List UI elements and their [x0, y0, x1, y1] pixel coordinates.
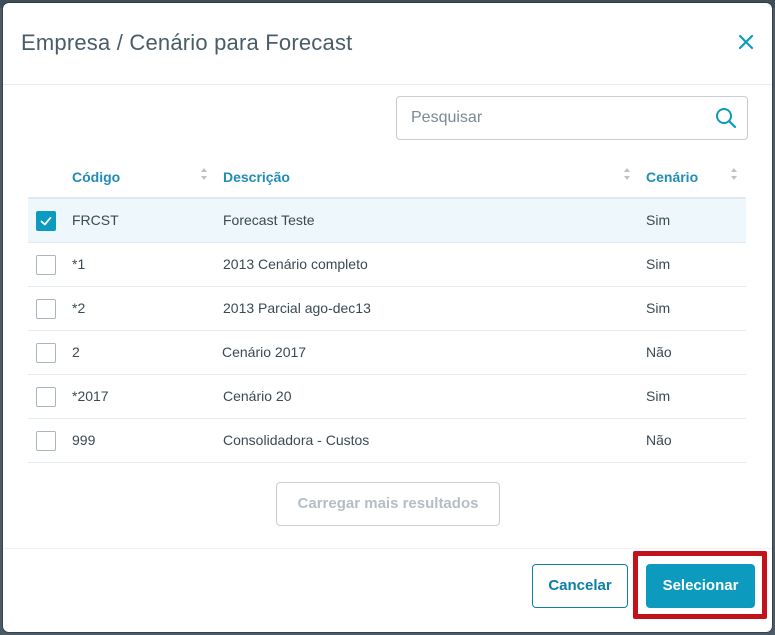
cancel-button[interactable]: Cancelar	[532, 564, 628, 608]
cell-cenario: Não	[646, 344, 672, 360]
cell-codigo: 999	[72, 432, 96, 448]
cell-codigo: *2	[72, 300, 86, 316]
table-row[interactable]: 2 Cenário 2017 Não	[28, 331, 746, 375]
cell-descricao: Consolidadora - Custos	[223, 432, 370, 448]
dialog-title: Empresa / Cenário para Forecast	[21, 30, 353, 55]
search-input[interactable]	[411, 97, 701, 139]
cell-cenario: Sim	[646, 212, 671, 228]
row-checkbox[interactable]	[36, 255, 56, 275]
footer-divider	[3, 548, 772, 549]
table-row[interactable]: FRCST Forecast Teste Sim	[28, 199, 746, 243]
cell-descricao: 2013 Parcial ago-dec13	[223, 300, 371, 316]
search-icon	[716, 108, 737, 129]
cell-codigo: *1	[72, 256, 86, 272]
row-checkbox[interactable]	[36, 299, 56, 319]
sort-icon[interactable]	[730, 167, 738, 181]
cell-descricao: Cenário 20	[223, 388, 292, 404]
row-checkbox[interactable]	[36, 211, 56, 231]
sort-icon[interactable]	[200, 167, 208, 181]
dialog-header: Empresa / Cenário para Forecast	[3, 3, 772, 85]
check-icon	[40, 216, 52, 226]
search-field[interactable]	[396, 96, 748, 140]
cell-descricao: Cenário 2017	[222, 344, 307, 360]
cell-codigo: 2	[72, 344, 80, 360]
table-row[interactable]: *1 2013 Cenário completo Sim	[28, 243, 746, 287]
cell-descricao: Forecast Teste	[223, 212, 315, 228]
select-button[interactable]: Selecionar	[646, 564, 755, 608]
row-checkbox[interactable]	[36, 431, 56, 451]
cell-codigo: *2017	[72, 388, 109, 404]
cell-codigo: FRCST	[72, 212, 119, 228]
cell-cenario: Sim	[646, 300, 671, 316]
cell-descricao: 2013 Cenário completo	[223, 256, 368, 272]
column-header-cenario[interactable]: Cenário	[646, 169, 698, 185]
load-more-button[interactable]: Carregar mais resultados	[276, 482, 500, 526]
table-row[interactable]: *2017 Cenário 20 Sim	[28, 375, 746, 419]
cell-cenario: Sim	[646, 256, 671, 272]
row-checkbox[interactable]	[36, 343, 56, 363]
cell-cenario: Sim	[646, 388, 671, 404]
table-header: Código Descrição Cenário	[28, 155, 746, 199]
cell-cenario: Não	[646, 432, 672, 448]
row-checkbox[interactable]	[36, 387, 56, 407]
close-icon	[738, 34, 754, 50]
table-row[interactable]: *2 2013 Parcial ago-dec13 Sim	[28, 287, 746, 331]
column-header-descricao[interactable]: Descrição	[223, 169, 290, 185]
close-button[interactable]	[734, 30, 758, 54]
sort-icon[interactable]	[623, 167, 631, 181]
search-button[interactable]	[715, 107, 737, 129]
column-header-codigo[interactable]: Código	[72, 169, 120, 185]
results-table: Código Descrição Cenário FRCST Forecast …	[28, 155, 746, 463]
table-row[interactable]: 999 Consolidadora - Custos Não	[28, 419, 746, 463]
forecast-dialog: Empresa / Cenário para Forecast Código D…	[3, 3, 772, 632]
